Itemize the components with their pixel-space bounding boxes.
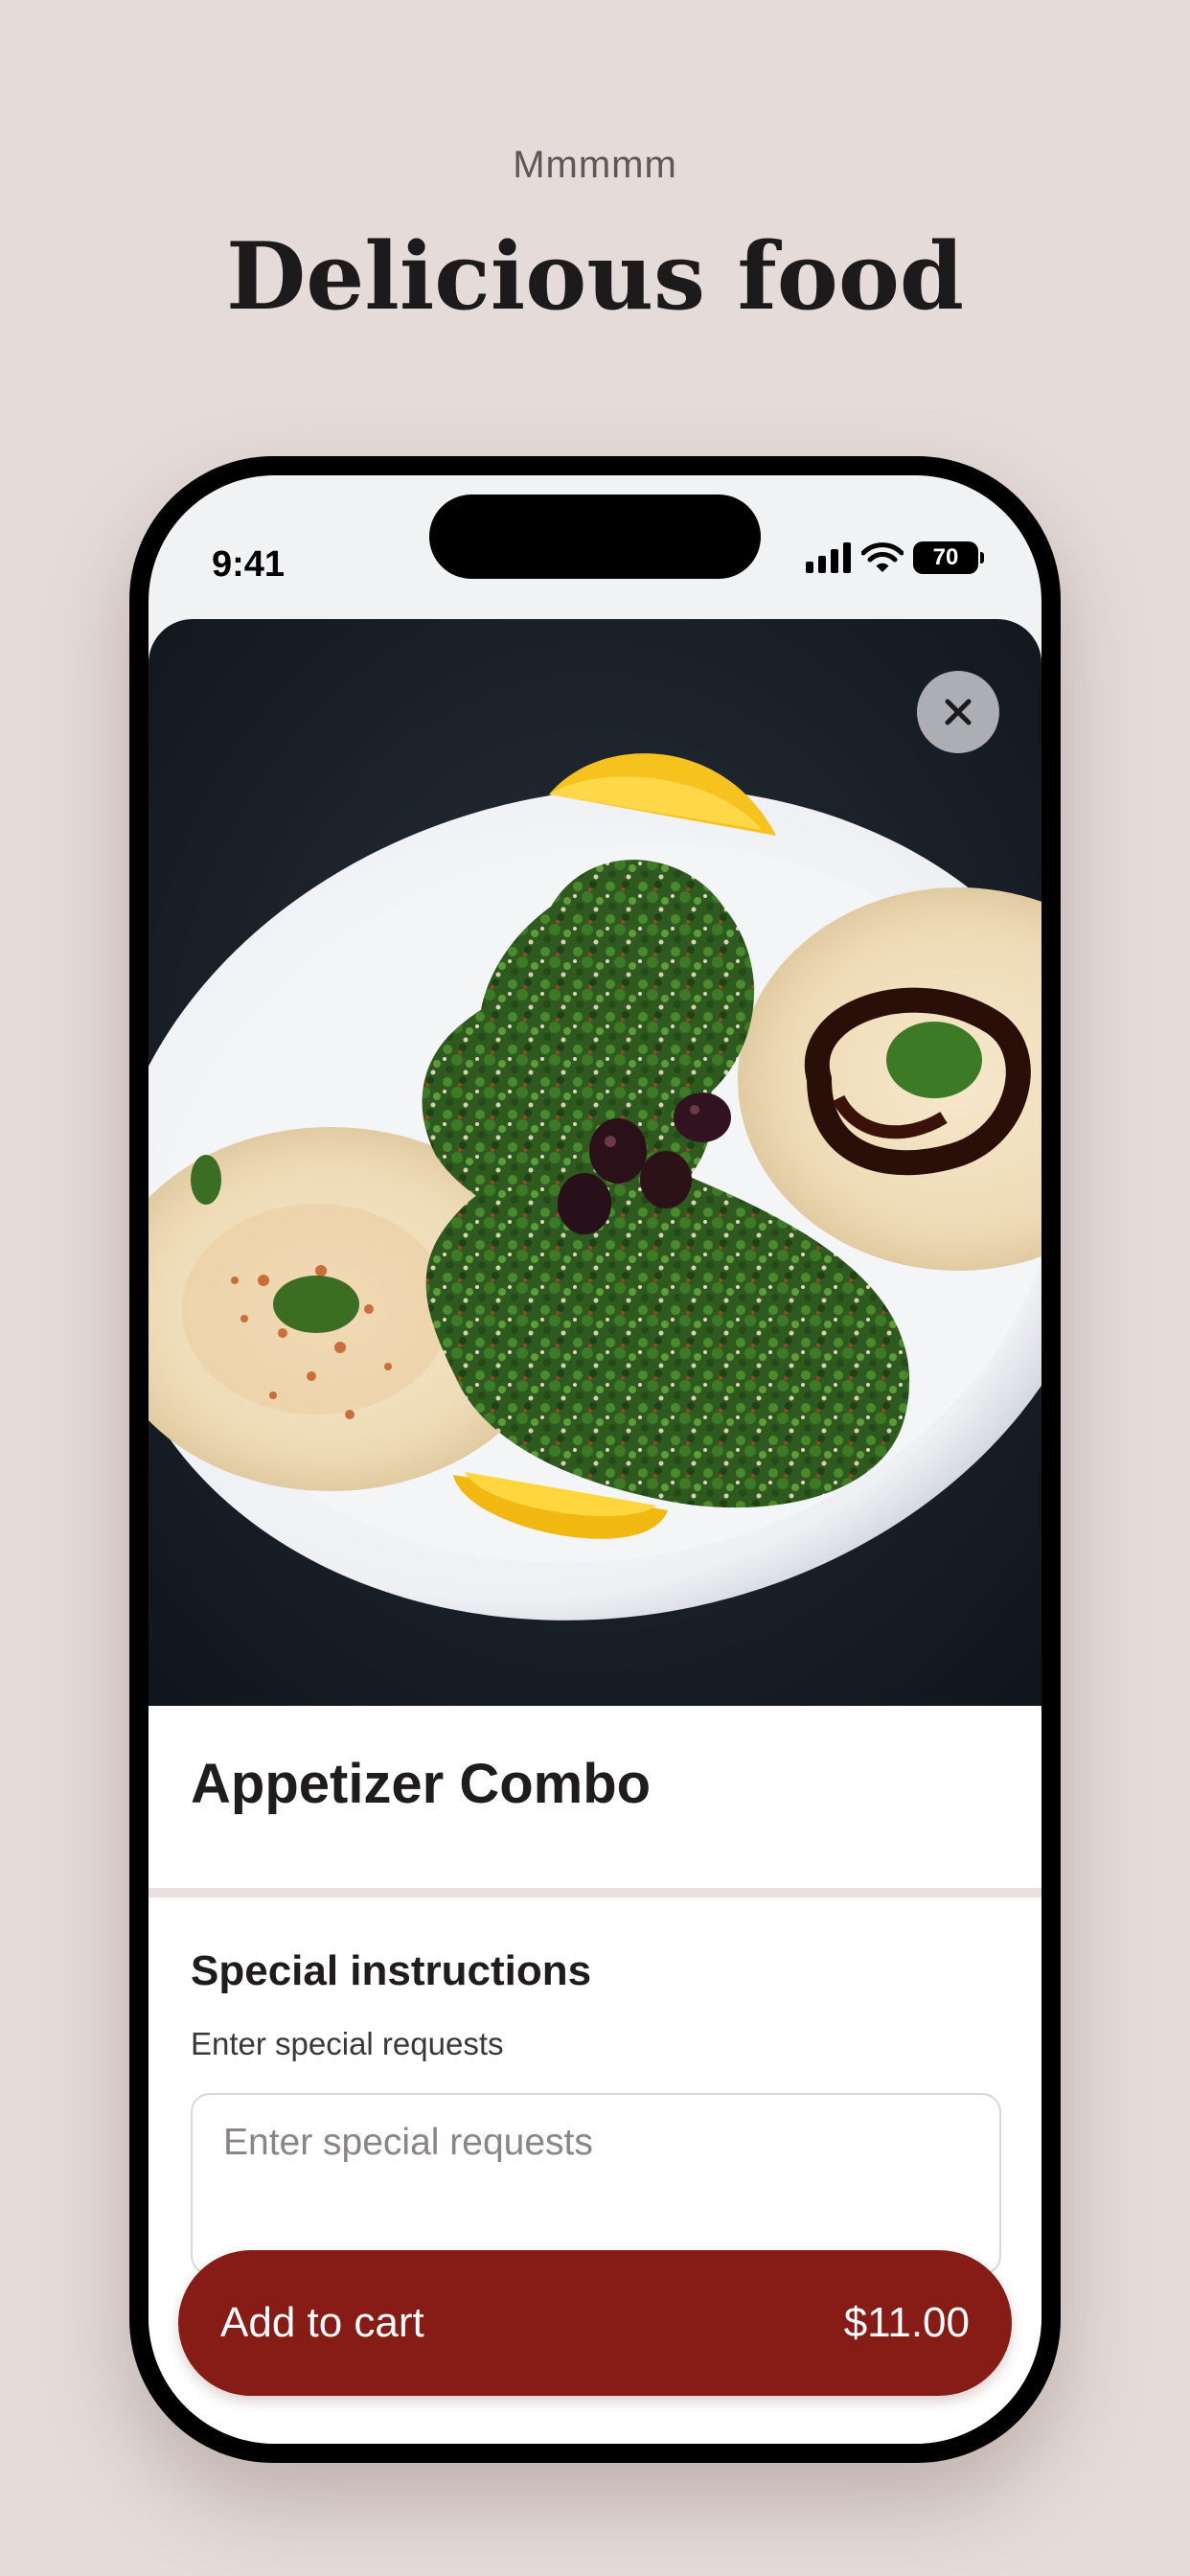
status-icons: 70: [806, 529, 984, 586]
page-headline: Delicious food: [226, 222, 964, 331]
special-instructions-input[interactable]: [191, 2093, 1001, 2275]
section-divider: [149, 1888, 1041, 1898]
battery-icon: 70: [913, 541, 984, 574]
dynamic-island: [429, 494, 761, 579]
item-detail-sheet: Appetizer Combo Special instructions Ent…: [149, 619, 1041, 2444]
wifi-icon: [861, 542, 904, 572]
close-button[interactable]: [917, 671, 999, 753]
cart-price: $11.00: [843, 2299, 970, 2346]
food-photo: [149, 619, 1041, 1706]
eyebrow-text: Mmmmm: [513, 144, 677, 186]
special-instructions-subtitle: Enter special requests: [191, 2026, 504, 2061]
add-to-cart-label: Add to cart: [220, 2299, 424, 2346]
item-title: Appetizer Combo: [191, 1753, 652, 1815]
add-to-cart-button[interactable]: Add to cart $11.00: [178, 2250, 1012, 2396]
phone-frame: 9:41 70 Appetizer Combo Special instruct…: [129, 456, 1061, 2463]
status-time: 9:41: [212, 544, 286, 585]
phone-screen: 9:41 70 Appetizer Combo Special instruct…: [149, 475, 1041, 2444]
close-icon: [945, 699, 972, 725]
cellular-signal-icon: [806, 542, 851, 573]
special-instructions-title: Special instructions: [191, 1947, 592, 1994]
